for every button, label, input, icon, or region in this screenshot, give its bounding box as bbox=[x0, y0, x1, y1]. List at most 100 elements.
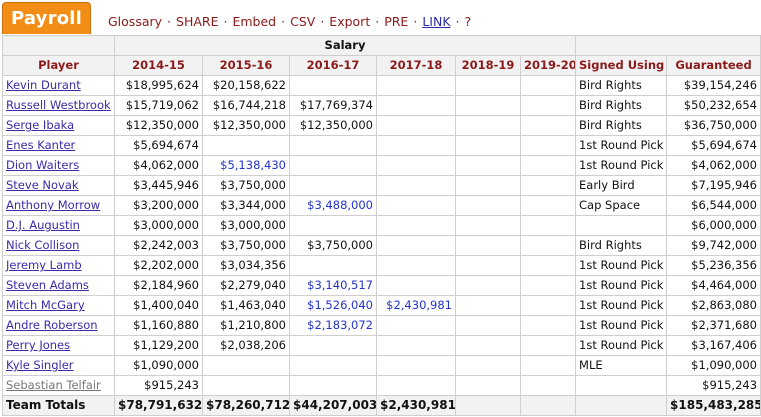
salary-cell-2018-19 bbox=[455, 75, 521, 96]
salary-cell-2018-19 bbox=[455, 235, 521, 256]
player-link[interactable]: Sebastian Telfair bbox=[6, 378, 101, 392]
col-header-signed-using[interactable]: Signed Using bbox=[575, 55, 668, 76]
salary-cell-2019-20 bbox=[519, 175, 577, 196]
salary-cell-2017-18 bbox=[376, 115, 456, 136]
salary-cell-2016-17 bbox=[289, 335, 377, 356]
share-link[interactable]: SHARE bbox=[176, 14, 218, 29]
col-header-2014-15[interactable]: 2014-15 bbox=[114, 55, 203, 76]
col-header-guaranteed[interactable]: Guaranteed bbox=[666, 55, 761, 76]
salary-cell-2015-16 bbox=[202, 135, 290, 156]
col-header-player[interactable]: Player bbox=[2, 55, 115, 76]
player-link[interactable]: Serge Ibaka bbox=[6, 118, 74, 132]
salary-cell-2015-16: $3,000,000 bbox=[202, 215, 290, 236]
table-row: Kyle Singler $1,090,000 MLE $1,090,000 bbox=[2, 355, 761, 376]
embed-link[interactable]: Embed bbox=[232, 14, 276, 29]
col-header-2015-16[interactable]: 2015-16 bbox=[202, 55, 290, 76]
table-row: Perry Jones $1,129,200 $2,038,206 1st Round… bbox=[2, 335, 761, 356]
salary-cell-2015-16: $2,038,206 bbox=[202, 335, 290, 356]
signed-using-cell bbox=[575, 375, 668, 396]
salary-cell-2016-17 bbox=[289, 175, 377, 196]
payroll-body: Kevin Durant $18,995,624 $20,158,622 Bird R… bbox=[2, 75, 761, 396]
permalink-link[interactable]: LINK bbox=[422, 14, 450, 29]
player-link[interactable]: Mitch McGary bbox=[6, 298, 85, 312]
player-cell: Mitch McGary bbox=[2, 295, 115, 316]
pre-link[interactable]: PRE bbox=[384, 14, 408, 29]
salary-cell-2014-15: $5,694,674 bbox=[114, 135, 203, 156]
salary-cell-2019-20 bbox=[519, 115, 577, 136]
col-header-2019-20[interactable]: 2019-20 bbox=[519, 55, 577, 76]
salary-cell-2015-16: $2,279,040 bbox=[202, 275, 290, 296]
salary-cell-2017-18 bbox=[376, 195, 456, 216]
csv-link[interactable]: CSV bbox=[290, 14, 315, 29]
col-header-2016-17[interactable]: 2016-17 bbox=[289, 55, 377, 76]
salary-cell-2019-20 bbox=[519, 135, 577, 156]
menu-separator: · bbox=[375, 14, 380, 29]
player-link[interactable]: D.J. Augustin bbox=[6, 218, 80, 232]
player-cell: Dion Waiters bbox=[2, 155, 115, 176]
player-cell: Russell Westbrook bbox=[2, 95, 115, 116]
total-2014-15: $78,791,632 bbox=[114, 395, 203, 416]
salary-cell-2017-18 bbox=[376, 235, 456, 256]
salary-cell-2016-17: $2,183,072 bbox=[289, 315, 377, 336]
salary-cell-2016-17 bbox=[289, 215, 377, 236]
player-link[interactable]: Perry Jones bbox=[6, 338, 70, 352]
table-row: Steven Adams $2,184,960 $2,279,040 $3,140,5… bbox=[2, 275, 761, 296]
player-link[interactable]: Dion Waiters bbox=[6, 158, 79, 172]
salary-cell-2015-16: $5,138,430 bbox=[202, 155, 290, 176]
player-link[interactable]: Kyle Singler bbox=[6, 358, 74, 372]
glossary-link[interactable]: Glossary bbox=[108, 14, 162, 29]
salary-cell-2019-20 bbox=[519, 75, 577, 96]
signed-using-cell: Bird Rights bbox=[575, 235, 668, 256]
help-link[interactable]: ? bbox=[465, 14, 472, 29]
player-link[interactable]: Andre Roberson bbox=[6, 318, 98, 332]
export-link[interactable]: Export bbox=[329, 14, 370, 29]
salary-cell-2018-19 bbox=[455, 355, 521, 376]
signed-using-cell: Bird Rights bbox=[575, 75, 668, 96]
salary-cell-2016-17 bbox=[289, 155, 377, 176]
signed-using-cell: 1st Round Pick bbox=[575, 315, 668, 336]
salary-cell-2017-18 bbox=[376, 175, 456, 196]
col-header-2017-18[interactable]: 2017-18 bbox=[376, 55, 456, 76]
salary-cell-2017-18 bbox=[376, 375, 456, 396]
salary-cell-2017-18 bbox=[376, 75, 456, 96]
player-link[interactable]: Enes Kanter bbox=[6, 138, 75, 152]
player-cell: Kyle Singler bbox=[2, 355, 115, 376]
signed-using-cell: 1st Round Pick bbox=[575, 295, 668, 316]
player-link[interactable]: Anthony Morrow bbox=[6, 198, 100, 212]
player-link[interactable]: Steve Novak bbox=[6, 178, 79, 192]
total-2016-17: $44,207,003 bbox=[289, 395, 377, 416]
salary-cell-2014-15: $1,160,880 bbox=[114, 315, 203, 336]
payroll-tab[interactable]: Payroll bbox=[2, 2, 91, 34]
blank-header-cell bbox=[575, 35, 761, 56]
salary-cell-2016-17: $3,140,517 bbox=[289, 275, 377, 296]
signed-using-cell: Early Bird bbox=[575, 175, 668, 196]
team-totals-label: Team Totals bbox=[2, 395, 115, 416]
signed-using-cell bbox=[575, 215, 668, 236]
total-2018-19 bbox=[455, 395, 521, 416]
salary-cell-2016-17: $12,350,000 bbox=[289, 115, 377, 136]
guaranteed-cell: $7,195,946 bbox=[666, 175, 761, 196]
player-link[interactable]: Steven Adams bbox=[6, 278, 89, 292]
player-link[interactable]: Russell Westbrook bbox=[6, 98, 111, 112]
col-header-2018-19[interactable]: 2018-19 bbox=[455, 55, 521, 76]
player-link[interactable]: Nick Collison bbox=[6, 238, 79, 252]
guaranteed-cell: $50,232,654 bbox=[666, 95, 761, 116]
table-row: Dion Waiters $4,062,000 $5,138,430 1st Roun… bbox=[2, 155, 761, 176]
player-link[interactable]: Jeremy Lamb bbox=[6, 258, 82, 272]
guaranteed-cell: $2,371,680 bbox=[666, 315, 761, 336]
player-cell: Anthony Morrow bbox=[2, 195, 115, 216]
signed-using-cell: Bird Rights bbox=[575, 95, 668, 116]
player-cell: Perry Jones bbox=[2, 335, 115, 356]
table-row: Andre Roberson $1,160,880 $1,210,800 $2,183… bbox=[2, 315, 761, 336]
signed-using-cell: 1st Round Pick bbox=[575, 275, 668, 296]
player-link[interactable]: Kevin Durant bbox=[6, 78, 81, 92]
guaranteed-cell: $915,243 bbox=[666, 375, 761, 396]
salary-cell-2017-18 bbox=[376, 155, 456, 176]
menu-separator: · bbox=[320, 14, 325, 29]
guaranteed-cell: $6,544,000 bbox=[666, 195, 761, 216]
salary-cell-2018-19 bbox=[455, 375, 521, 396]
salary-cell-2017-18 bbox=[376, 275, 456, 296]
group-header-row: Salary bbox=[2, 35, 761, 56]
salary-cell-2018-19 bbox=[455, 335, 521, 356]
salary-cell-2019-20 bbox=[519, 155, 577, 176]
